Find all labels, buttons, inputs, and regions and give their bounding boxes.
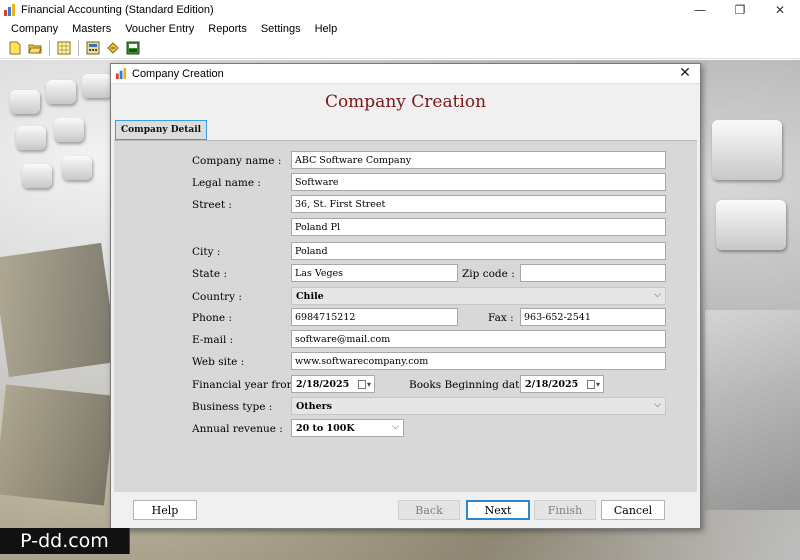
help-button[interactable]: Help	[133, 500, 197, 520]
calendar-icon[interactable]: ▾	[584, 378, 600, 390]
country-select-value: Chile	[296, 291, 324, 302]
calculator-key-decoration	[54, 118, 84, 142]
calculator-key-decoration	[16, 126, 46, 150]
calendar-decoration	[705, 310, 800, 510]
annual-revenue-select[interactable]: 20 to 100K ⌵	[291, 419, 404, 437]
business-type-label: Business type :	[192, 401, 273, 413]
street-label: Street :	[192, 199, 232, 211]
fax-label: Fax :	[488, 312, 514, 324]
minimize-button[interactable]: —	[680, 0, 720, 20]
state-input[interactable]: Las Veges	[291, 264, 458, 282]
menu-masters[interactable]: Masters	[65, 23, 118, 35]
menu-voucher-entry[interactable]: Voucher Entry	[118, 23, 201, 35]
zip-code-input[interactable]	[520, 264, 666, 282]
phone-label: Phone :	[192, 312, 233, 324]
chevron-down-icon: ⌵	[654, 400, 661, 410]
chevron-down-icon: ⌵	[392, 422, 399, 432]
app-title: Financial Accounting (Standard Edition)	[21, 4, 214, 16]
printer-icon[interactable]	[124, 39, 142, 56]
money-decoration	[0, 384, 116, 506]
calendar-icon[interactable]: ▾	[355, 378, 371, 390]
email-input[interactable]: software@mail.com	[291, 330, 666, 348]
dialog-close-button[interactable]: ✕	[676, 65, 694, 81]
books-beginning-date-picker[interactable]: 2/18/2025 ▾	[520, 375, 604, 393]
street-line1-input[interactable]: 36, St. First Street	[291, 195, 666, 213]
calculator-key-decoration	[716, 200, 786, 250]
restore-button[interactable]: ❐	[720, 0, 760, 20]
state-label: State :	[192, 268, 227, 280]
calculator-key-decoration	[22, 164, 52, 188]
close-window-button[interactable]: ✕	[760, 0, 800, 20]
city-input[interactable]: Poland	[291, 242, 666, 260]
books-beginning-date-label: Books Beginning date:	[409, 379, 530, 391]
phone-input[interactable]: 6984715212	[291, 308, 458, 326]
chevron-down-icon: ⌵	[654, 290, 661, 300]
fax-input[interactable]: 963-652-2541	[520, 308, 666, 326]
website-label: Web site :	[192, 356, 245, 368]
menu-settings[interactable]: Settings	[254, 23, 308, 35]
legal-name-input[interactable]: Software	[291, 173, 666, 191]
toolbar-separator	[49, 39, 50, 56]
street-line2-input[interactable]: Poland Pl	[291, 218, 666, 236]
books-beginning-date-value: 2/18/2025	[525, 379, 579, 390]
watermark-logo: P-dd.com	[0, 528, 130, 554]
calculator-key-decoration	[82, 74, 112, 98]
company-detail-panel: Company name : ABC Software Company Lega…	[114, 140, 697, 492]
company-name-label: Company name :	[192, 155, 282, 167]
business-type-value: Others	[296, 401, 332, 412]
app-logo-icon	[3, 3, 17, 17]
website-input[interactable]: www.softwarecompany.com	[291, 352, 666, 370]
tab-company-detail[interactable]: Company Detail	[115, 120, 208, 140]
back-button[interactable]: Back	[398, 500, 460, 520]
dialog-logo-icon	[115, 67, 128, 80]
country-label: Country :	[192, 291, 242, 303]
menu-reports[interactable]: Reports	[201, 23, 254, 35]
email-label: E-mail :	[192, 334, 234, 346]
window-controls: — ❐ ✕	[680, 0, 800, 20]
legal-name-label: Legal name :	[192, 177, 261, 189]
toolbar-separator	[78, 39, 79, 56]
finish-button[interactable]: Finish	[534, 500, 596, 520]
grid-icon[interactable]	[55, 39, 73, 56]
business-type-select[interactable]: Others ⌵	[291, 397, 666, 415]
company-name-input[interactable]: ABC Software Company	[291, 151, 666, 169]
menu-help[interactable]: Help	[308, 23, 345, 35]
country-select[interactable]: Chile ⌵	[291, 287, 666, 305]
financial-year-value: 2/18/2025	[296, 379, 350, 390]
calculator-icon[interactable]	[84, 39, 102, 56]
dialog-header: Company Creation	[111, 84, 700, 120]
next-button[interactable]: Next	[466, 500, 530, 520]
calculator-key-decoration	[62, 156, 92, 180]
money-decoration	[0, 242, 118, 378]
annual-revenue-label: Annual revenue :	[192, 423, 283, 435]
dialog-heading: Company Creation	[324, 92, 487, 112]
tab-strip: Company Detail	[115, 120, 208, 140]
city-label: City :	[192, 246, 221, 258]
dialog-button-bar: Help Back Next Finish Cancel	[111, 492, 700, 528]
dialog-titlebar: Company Creation ✕	[111, 64, 700, 84]
zip-code-label: Zip code :	[462, 268, 515, 280]
financial-year-date-picker[interactable]: 2/18/2025 ▾	[291, 375, 375, 393]
annual-revenue-value: 20 to 100K	[296, 423, 355, 434]
calculator-key-decoration	[10, 90, 40, 114]
company-creation-dialog: Company Creation ✕ Company Creation Comp…	[110, 63, 701, 529]
new-file-icon[interactable]	[6, 39, 24, 56]
cancel-button[interactable]: Cancel	[601, 500, 665, 520]
calculator-key-decoration	[46, 80, 76, 104]
menu-company[interactable]: Company	[4, 23, 65, 35]
calculator-key-decoration	[712, 120, 782, 180]
app-titlebar: Financial Accounting (Standard Edition) …	[0, 0, 800, 20]
open-folder-icon[interactable]	[26, 39, 44, 56]
toolbar	[0, 37, 800, 59]
edit-icon[interactable]	[104, 39, 122, 56]
dialog-title: Company Creation	[132, 67, 224, 80]
menu-bar: Company Masters Voucher Entry Reports Se…	[0, 20, 800, 37]
financial-year-label: Financial year from :	[192, 379, 304, 391]
